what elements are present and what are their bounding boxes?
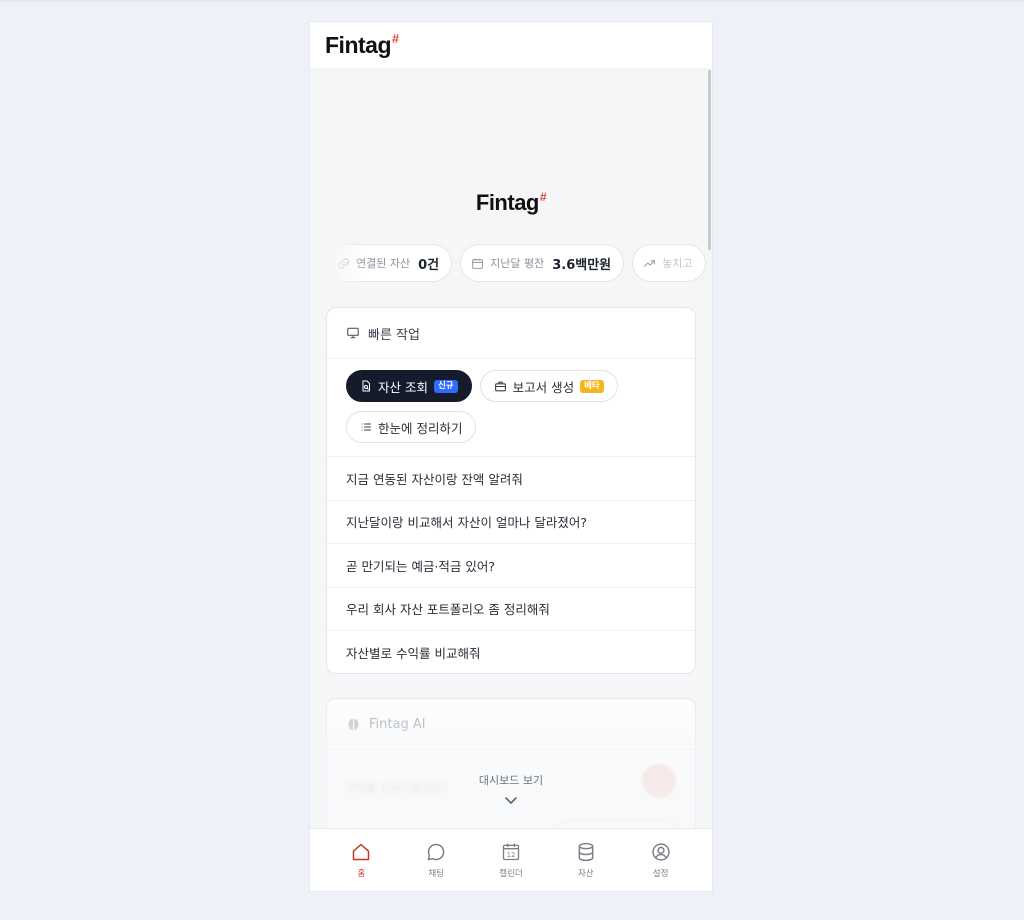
chip-asset-lookup[interactable]: 자산 조회 신규 bbox=[346, 370, 472, 402]
dashboard-toggle[interactable]: 대시보드 보기 bbox=[310, 772, 712, 810]
header-logo[interactable]: Fintag# bbox=[325, 32, 399, 59]
link-icon bbox=[337, 257, 350, 270]
home-icon bbox=[350, 841, 372, 863]
app-header: Fintag# bbox=[310, 22, 712, 68]
tab-label: 자산 bbox=[577, 869, 594, 879]
tab-label: 설정 bbox=[652, 869, 669, 879]
stat-value: 3.6백만원 bbox=[552, 257, 612, 273]
suggested-prompt[interactable]: 우리 회사 자산 포트폴리오 좀 정리해줘 bbox=[327, 588, 695, 631]
quick-actions-header: 빠른 작업 bbox=[327, 308, 695, 359]
stat-last-month-balance[interactable]: 지난달 평잔 3.6백만원 bbox=[460, 244, 625, 282]
briefcase-icon bbox=[494, 380, 507, 393]
tab-label: 캘린더 bbox=[499, 869, 523, 879]
chevron-down-icon bbox=[504, 791, 518, 810]
suggested-prompt[interactable]: 지난달이랑 비교해서 자산이 얼마나 달라졌어? bbox=[327, 501, 695, 544]
stat-label: 지난달 평잔 bbox=[490, 257, 545, 270]
tab-settings[interactable]: 설정 bbox=[631, 841, 691, 879]
user-circle-icon bbox=[650, 841, 672, 863]
tab-label: 채팅 bbox=[428, 869, 444, 879]
app-frame: Fintag# Fintag# 연결된 자산 0건 지난달 평잔 3.6백만원 … bbox=[310, 22, 712, 891]
bottom-tab-bar: 홈 채팅 12 캘린더 자산 설정 bbox=[310, 828, 712, 891]
suggested-prompt[interactable]: 자산별로 수익률 비교해줘 bbox=[327, 631, 695, 673]
document-search-icon bbox=[360, 380, 372, 392]
calendar-icon bbox=[471, 257, 484, 270]
badge-beta: 베타 bbox=[580, 379, 604, 393]
chip-label: 자산 조회 bbox=[378, 379, 428, 395]
svg-text:12: 12 bbox=[507, 851, 515, 859]
hero-logo: Fintag# bbox=[475, 189, 547, 215]
tab-home[interactable]: 홈 bbox=[331, 841, 391, 879]
suggested-prompt[interactable]: 지금 연동된 자산이랑 잔액 알려줘 bbox=[327, 457, 695, 501]
quick-actions-card: 빠른 작업 자산 조회 신규 보고서 생성 베타 한눈에 정리하기 지금 연동된… bbox=[326, 307, 696, 674]
quick-actions-title: 빠른 작업 bbox=[368, 327, 420, 343]
stat-missed[interactable]: 놓치고 bbox=[632, 244, 706, 282]
chip-summary[interactable]: 한눈에 정리하기 bbox=[346, 411, 477, 443]
chip-report-generate[interactable]: 보고서 생성 베타 bbox=[479, 370, 618, 402]
chat-icon bbox=[425, 841, 447, 863]
top-divider bbox=[0, 0, 1024, 2]
stat-value: 0건 bbox=[418, 257, 440, 273]
calendar-icon: 12 bbox=[500, 841, 522, 863]
chip-label: 한눈에 정리하기 bbox=[378, 420, 463, 436]
tab-assets[interactable]: 자산 bbox=[556, 841, 616, 879]
suggested-prompt[interactable]: 곧 만기되는 예금·적금 있어? bbox=[327, 544, 695, 588]
tab-calendar[interactable]: 12 캘린더 bbox=[481, 841, 541, 879]
monitor-icon bbox=[346, 326, 360, 340]
tab-label: 홈 bbox=[357, 869, 366, 879]
brain-icon bbox=[346, 717, 361, 732]
stat-label: 연결된 자산 bbox=[356, 257, 411, 270]
badge-new: 신규 bbox=[433, 379, 458, 393]
fintag-ai-header: Fintag AI bbox=[327, 699, 695, 750]
database-icon bbox=[575, 841, 597, 863]
list-icon bbox=[360, 421, 372, 433]
stats-row[interactable]: 연결된 자산 0건 지난달 평잔 3.6백만원 놓치고 bbox=[326, 244, 712, 284]
trend-up-icon bbox=[643, 257, 656, 270]
stat-label: 놓치고 bbox=[662, 257, 693, 270]
tab-chat[interactable]: 채팅 bbox=[406, 841, 466, 879]
quick-action-chips: 자산 조회 신규 보고서 생성 베타 한눈에 정리하기 bbox=[327, 359, 695, 457]
fintag-ai-title: Fintag AI bbox=[369, 716, 426, 732]
dashboard-label: 대시보드 보기 bbox=[478, 774, 544, 787]
stat-connected-assets[interactable]: 연결된 자산 0건 bbox=[326, 244, 453, 282]
chip-label: 보고서 생성 bbox=[512, 379, 575, 395]
scrollbar[interactable] bbox=[708, 70, 711, 250]
